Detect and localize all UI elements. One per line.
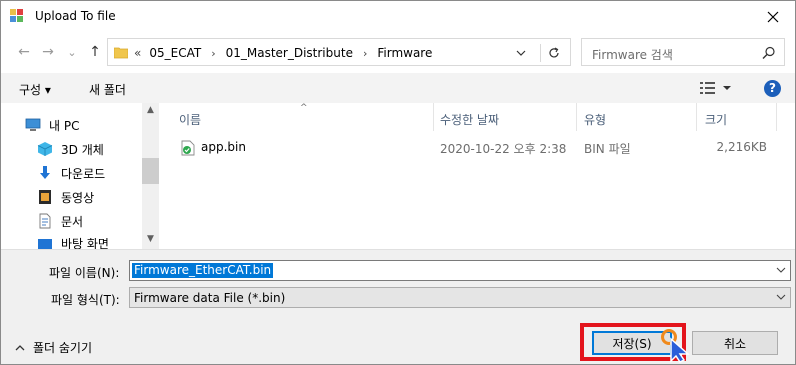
save-form: 파일 이름(N): Firmware_EtherCAT.bin 파일 형식(T)… [1,249,795,364]
chevron-down-icon[interactable] [776,265,786,275]
document-icon [39,213,51,229]
up-button[interactable]: ↑ [86,43,104,61]
column-header-modified[interactable]: 수정한 날짜 [440,111,499,128]
breadcrumb-separator-icon[interactable]: › [211,47,215,60]
filetype-value: Firmware data File (*.bin) [134,291,286,305]
up-arrow-icon: ↑ [89,44,101,60]
breadcrumb-item[interactable]: 05_ECAT [149,46,201,60]
filename-value: Firmware_EtherCAT.bin [132,263,274,278]
file-size: 2,216KB [716,140,767,154]
organize-menu[interactable]: 구성 ▾ [19,81,51,98]
column-divider[interactable] [776,103,777,131]
help-icon[interactable]: ? [764,80,781,97]
view-options-button[interactable] [700,80,740,96]
file-list: ^ 이름 수정한 날짜 유형 크기 app.bin 2020-10-22 오후 … [159,103,795,249]
breadcrumb-item[interactable]: 01_Master_Distribute [226,46,353,60]
sidebar-item-label: 3D 개체 [61,142,104,157]
search-box[interactable]: Firmware 검색 [581,38,785,66]
sidebar-item-label: 다운로드 [61,166,106,181]
chevron-down-icon: ⌄ [67,45,77,59]
window-title: Upload To file [35,9,116,23]
scroll-up-icon[interactable]: ▲ [145,105,156,116]
cancel-button[interactable]: 취소 [692,331,778,355]
app-icon [10,9,23,22]
scrollbar-thumb[interactable] [142,158,159,184]
file-row[interactable]: app.bin 2020-10-22 오후 2:38 BIN 파일 2,216K… [177,137,777,159]
forward-arrow-icon: → [42,44,54,60]
sidebar-item-label: 문서 [61,214,84,229]
hide-folders-label: 폴더 숨기기 [33,341,93,355]
sidebar-item-documents[interactable]: 문서 [37,211,83,231]
breadcrumb-overflow-icon[interactable]: « [134,46,141,60]
sidebar-item-downloads[interactable]: 다운로드 [37,163,105,183]
3d-objects-icon [37,142,53,156]
file-type: BIN 파일 [584,142,631,156]
save-dialog: Upload To file ← → ⌄ ↑ « 05_ECAT › 01_Ma… [0,0,796,365]
sidebar-item-videos[interactable]: 동영상 [37,187,94,207]
column-header-name[interactable]: 이름 [179,111,201,128]
sidebar-item-label: 동영상 [61,190,95,205]
search-icon [762,46,775,59]
details-view-icon [700,82,715,94]
file-modified: 2020-10-22 오후 2:38 [440,142,567,156]
column-divider[interactable] [576,103,577,131]
mouse-cursor-icon [661,329,690,363]
title-bar: Upload To file [1,1,795,32]
breadcrumb-separator-icon[interactable]: › [363,47,367,60]
hide-folders-button[interactable]: 폴더 숨기기 [15,339,92,356]
close-icon [767,11,779,22]
chevron-down-icon [723,86,731,90]
address-bar[interactable]: « 05_ECAT › 01_Master_Distribute › Firmw… [107,38,571,66]
sidebar-item-this-pc[interactable]: 내 PC [25,115,79,135]
download-icon [40,166,50,179]
back-arrow-icon: ← [18,44,30,60]
video-icon [39,190,51,204]
filename-label: 파일 이름(N): [49,266,120,280]
close-button[interactable] [751,1,795,32]
filename-field[interactable]: Firmware_EtherCAT.bin [129,260,791,281]
command-toolbar: 구성 ▾ 새 폴더 ? [1,73,795,103]
back-button[interactable]: ← [15,43,33,61]
bin-file-icon [181,140,195,156]
scroll-down-icon[interactable]: ▼ [145,234,156,245]
refresh-icon [548,47,559,58]
sidebar-item-label: 내 PC [49,118,80,133]
chevron-down-icon [776,294,786,300]
navigation-pane-scrollbar[interactable]: ▲ ▼ [142,103,159,249]
folder-icon [114,47,128,59]
column-header-type[interactable]: 유형 [584,111,606,128]
refresh-button[interactable] [540,44,566,62]
column-divider[interactable] [696,103,697,131]
filetype-label: 파일 형식(T): [51,293,120,307]
forward-button[interactable]: → [39,43,57,61]
column-header-size[interactable]: 크기 [705,111,727,128]
search-placeholder: Firmware 검색 [592,48,673,62]
chevron-up-icon [15,344,25,350]
new-folder-button[interactable]: 새 폴더 [89,81,126,98]
filetype-select[interactable]: Firmware data File (*.bin) [129,287,791,308]
address-dropdown-icon[interactable] [514,46,528,60]
breadcrumb-item[interactable]: Firmware [377,46,432,60]
navigation-bar: ← → ⌄ ↑ « 05_ECAT › 01_Master_Distribute… [1,34,795,70]
breadcrumb: « 05_ECAT › 01_Master_Distribute › Firmw… [134,46,432,60]
pc-icon [25,118,41,131]
navigation-pane: 내 PC 3D 개체 다운로드 동영상 문서 바탕 화면 [1,103,159,251]
sort-ascending-icon: ^ [300,103,308,113]
sidebar-item-3d-objects[interactable]: 3D 개체 [37,139,104,159]
file-name: app.bin [201,140,246,154]
recent-locations-button[interactable]: ⌄ [63,43,81,61]
column-divider[interactable] [433,103,434,131]
